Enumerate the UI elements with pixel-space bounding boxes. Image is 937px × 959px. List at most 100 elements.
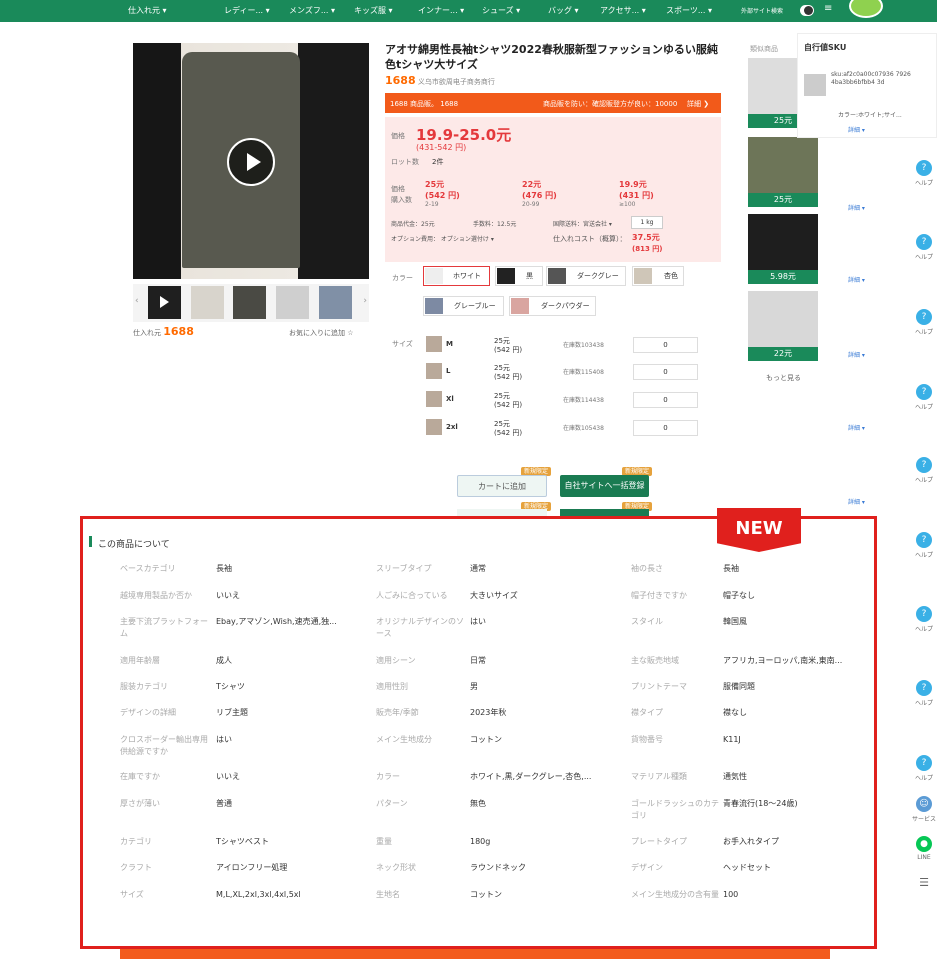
attribute-label: 主要下流プラットフォーム xyxy=(120,617,208,638)
nav-item-inner[interactable]: インナー... ▾ xyxy=(418,5,464,16)
help-label: ヘルプ xyxy=(914,329,933,336)
help-label: ヘルプ xyxy=(914,404,933,411)
more-link[interactable]: もっと見る xyxy=(766,373,801,383)
price-tier: 25元 (542 円) 2-19 xyxy=(425,179,460,208)
attribute-value: Ebay,アマゾン,Wish,速売通,独... xyxy=(216,617,337,626)
attribute-value: 180g xyxy=(470,837,491,846)
help-icon: ? xyxy=(916,309,932,325)
nav-item-shoes[interactable]: シューズ ▾ xyxy=(482,5,520,16)
help-button[interactable]: ? ヘルプ xyxy=(912,755,936,782)
add-to-cart-button[interactable]: カートに追加 xyxy=(457,475,547,497)
banner-detail-link[interactable]: 詳細 ❯ xyxy=(687,99,709,109)
nav-item-sports[interactable]: スポーツ... ▾ xyxy=(666,5,712,16)
sku-detail-link[interactable]: 詳細 ▾ xyxy=(848,125,865,134)
sku-panel: 自行値SKU sku:af2c0a00c07936 79264ba3bb6bfb… xyxy=(797,33,937,138)
recommend-item[interactable]: 5.98元 xyxy=(748,214,818,284)
size-row-m: M 25元 (542 円) 在庫数103438 0 xyxy=(425,336,700,356)
attribute-label: パターン xyxy=(376,799,408,808)
quantity-stepper[interactable]: 0 xyxy=(633,337,698,353)
thumbnail-image[interactable] xyxy=(233,286,266,319)
help-button[interactable]: ? ヘルプ xyxy=(912,384,936,411)
attribute-label: 在庫ですか xyxy=(120,772,160,781)
help-button[interactable]: ? ヘルプ xyxy=(912,234,936,261)
thumbnail-image[interactable] xyxy=(319,286,352,319)
thumbnail-video[interactable] xyxy=(148,286,181,319)
color-option-darkpowder[interactable]: ダークパウダー xyxy=(509,296,596,316)
quantity-stepper[interactable]: 0 xyxy=(633,392,698,408)
nav-item-ladies[interactable]: レディー... ▾ xyxy=(224,5,270,16)
detail-link[interactable]: 詳細 ▾ xyxy=(848,423,865,432)
thumbnail-image[interactable] xyxy=(191,286,224,319)
quantity-stepper[interactable]: 0 xyxy=(633,420,698,436)
promo-banner[interactable]: 1688 商品販。 1688 商品販を防い：確認販登方が良い：10000 詳細 … xyxy=(385,93,721,113)
tier-qty: 20-99 xyxy=(522,201,540,208)
frog-mascot-icon[interactable] xyxy=(849,0,883,18)
swatch xyxy=(497,268,515,284)
color-option-darkgray[interactable]: ダークグレー xyxy=(546,266,626,286)
bulk-register-button[interactable]: 自社サイトへ一括登録 xyxy=(560,475,649,497)
color-option-graybblue[interactable]: グレーブルー xyxy=(423,296,504,316)
new-tag: NEW xyxy=(717,508,801,552)
help-button[interactable]: ? ヘルプ xyxy=(912,160,936,187)
nav-item-kids[interactable]: キッズ服 ▾ xyxy=(354,5,393,16)
list-icon[interactable]: ☰ xyxy=(912,876,936,889)
help-button[interactable]: ? ヘルプ xyxy=(912,606,936,633)
help-icon: ? xyxy=(916,606,932,622)
color-label: カラー xyxy=(392,274,413,282)
chevron-left-icon[interactable]: ‹ xyxy=(135,296,139,306)
size-stock: 在庫数105438 xyxy=(563,425,604,432)
attribute-value: 男 xyxy=(470,682,478,691)
help-button[interactable]: ? ヘルプ xyxy=(912,532,936,559)
tier-qty: ≥100 xyxy=(619,201,636,208)
size-name: L xyxy=(446,367,451,375)
color-option-apricot[interactable]: 杏色 xyxy=(632,266,684,286)
source-logo[interactable]: 1688 xyxy=(163,325,194,338)
recommend-item[interactable]: 25元 xyxy=(748,137,818,207)
play-video-icon[interactable] xyxy=(227,138,275,186)
help-button[interactable]: ? ヘルプ xyxy=(912,680,936,707)
weight-input[interactable]: 1 kg xyxy=(631,216,663,229)
shipping-select[interactable]: 国際送料：宮送会社 ▾ xyxy=(553,219,612,228)
attribute-label: 適用性別 xyxy=(376,682,408,691)
price-tier: 22元 (476 円) 20-99 xyxy=(522,179,557,208)
help-button[interactable]: ? ヘルプ xyxy=(912,457,936,484)
favorite-link[interactable]: お気に入りに追加 ☆ xyxy=(289,328,354,338)
external-search-toggle[interactable] xyxy=(800,5,814,16)
attribute-label: 帽子付きですか xyxy=(631,591,687,600)
service-button[interactable]: ☺ サービス xyxy=(912,796,936,823)
chevron-right-icon[interactable]: › xyxy=(363,296,367,306)
option-fee-select[interactable]: オプション費用： オプション選付け ▾ xyxy=(391,234,494,243)
attribute-label: メイン生地成分の含有量 xyxy=(631,890,719,899)
nav-item-mens[interactable]: メンズフ... ▾ xyxy=(289,5,335,16)
detail-link[interactable]: 詳細 ▾ xyxy=(848,350,865,359)
detail-link[interactable]: 詳細 ▾ xyxy=(848,275,865,284)
line-label: LINE xyxy=(917,854,931,861)
attribute-value: 100 xyxy=(723,890,739,899)
nav-item-bags[interactable]: バッグ ▾ xyxy=(548,5,579,16)
thumbnail-image[interactable] xyxy=(276,286,309,319)
shop-name[interactable]: 义乌市欲周电子商务商行 xyxy=(418,78,495,86)
commission: 商品代金：25元 xyxy=(391,221,435,228)
quantity-stepper[interactable]: 0 xyxy=(633,364,698,380)
attribute-label: 主な販売地域 xyxy=(631,656,679,665)
menu-icon[interactable]: ≡ xyxy=(824,3,832,14)
attribute-value: 日常 xyxy=(470,656,486,665)
nav-item-accessories[interactable]: アクセサ... ▾ xyxy=(600,5,646,16)
tier-qty-label: 購入数 xyxy=(391,196,412,204)
nav-external-search[interactable]: 外部サイト検索 xyxy=(741,6,783,15)
sku-thumbnail xyxy=(804,74,826,96)
help-button[interactable]: ? ヘルプ xyxy=(912,309,936,336)
detail-link[interactable]: 詳細 ▾ xyxy=(848,203,865,212)
recommend-item[interactable]: 22元 xyxy=(748,291,818,361)
size-price-jpy: (542 円) xyxy=(494,401,523,409)
attribute-value: いいえ xyxy=(216,591,240,600)
nav-item-source[interactable]: 仕入れ元 ▾ xyxy=(128,5,167,16)
color-option-white[interactable]: ホワイト xyxy=(423,266,490,286)
detail-link[interactable]: 詳細 ▾ xyxy=(848,497,865,506)
help-label: ヘルプ xyxy=(914,180,933,187)
attribute-label: マテリアル種類 xyxy=(631,772,687,781)
attribute-label: プリントテーマ xyxy=(631,682,687,691)
line-button[interactable]: ● LINE xyxy=(912,836,936,861)
color-option-black[interactable]: 黒 xyxy=(495,266,543,286)
attribute-value: お手入れタイプ xyxy=(723,837,779,846)
